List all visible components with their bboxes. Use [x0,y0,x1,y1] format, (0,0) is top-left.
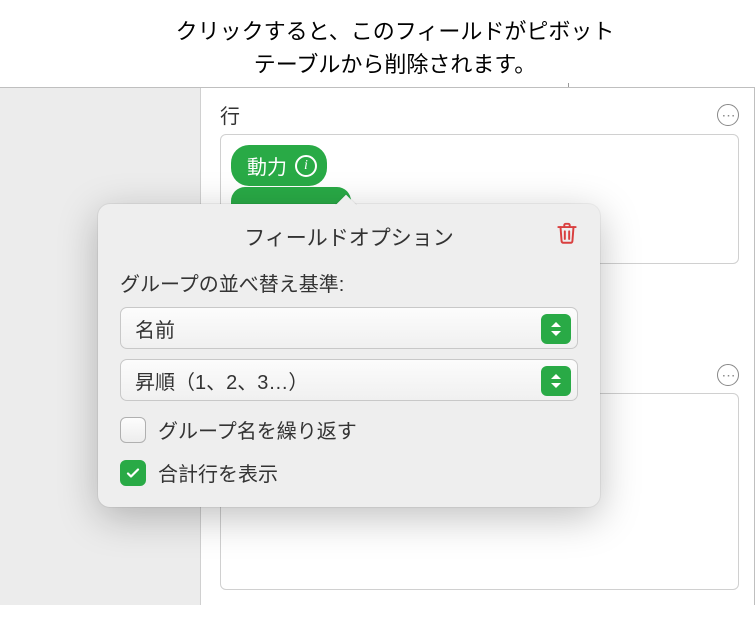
repeat-group-names-checkbox[interactable] [120,417,146,443]
rows-section-title: 行 [220,100,240,129]
stepper-icon [541,366,571,396]
sort-by-value: 名前 [135,314,175,343]
trash-icon[interactable] [554,220,580,246]
sort-order-value: 昇順（1、2、3…） [135,366,308,395]
more-icon[interactable]: ⋯ [717,364,739,386]
field-pill[interactable]: 動力 i [231,145,327,186]
more-icon[interactable]: ⋯ [717,104,739,126]
repeat-group-names-row: グループ名を繰り返す [120,415,578,444]
show-totals-label: 合計行を表示 [158,458,278,487]
popover-header: フィールドオプション [120,222,578,252]
show-totals-row: 合計行を表示 [120,458,578,487]
field-options-popover: フィールドオプション グループの並べ替え基準: 名前 昇順（1、2、3…） グル… [98,204,600,507]
annotation-callout: クリックすると、このフィールドがピボット テーブルから削除されます。 [75,15,715,81]
info-icon[interactable]: i [295,155,317,177]
sort-by-label: グループの並べ替え基準: [120,268,578,297]
annotation-line2: テーブルから削除されます。 [254,52,536,77]
annotation-line1: クリックすると、このフィールドがピボット [176,19,615,44]
show-totals-checkbox[interactable] [120,460,146,486]
field-pill-label: 動力 [247,151,287,180]
repeat-group-names-label: グループ名を繰り返す [158,415,357,444]
popover-arrow [335,193,357,205]
stepper-icon [541,314,571,344]
popover-title: フィールドオプション [244,222,454,252]
sort-by-select[interactable]: 名前 [120,307,578,349]
rows-section-header: 行 ⋯ [220,100,739,129]
sort-order-select[interactable]: 昇順（1、2、3…） [120,359,578,401]
